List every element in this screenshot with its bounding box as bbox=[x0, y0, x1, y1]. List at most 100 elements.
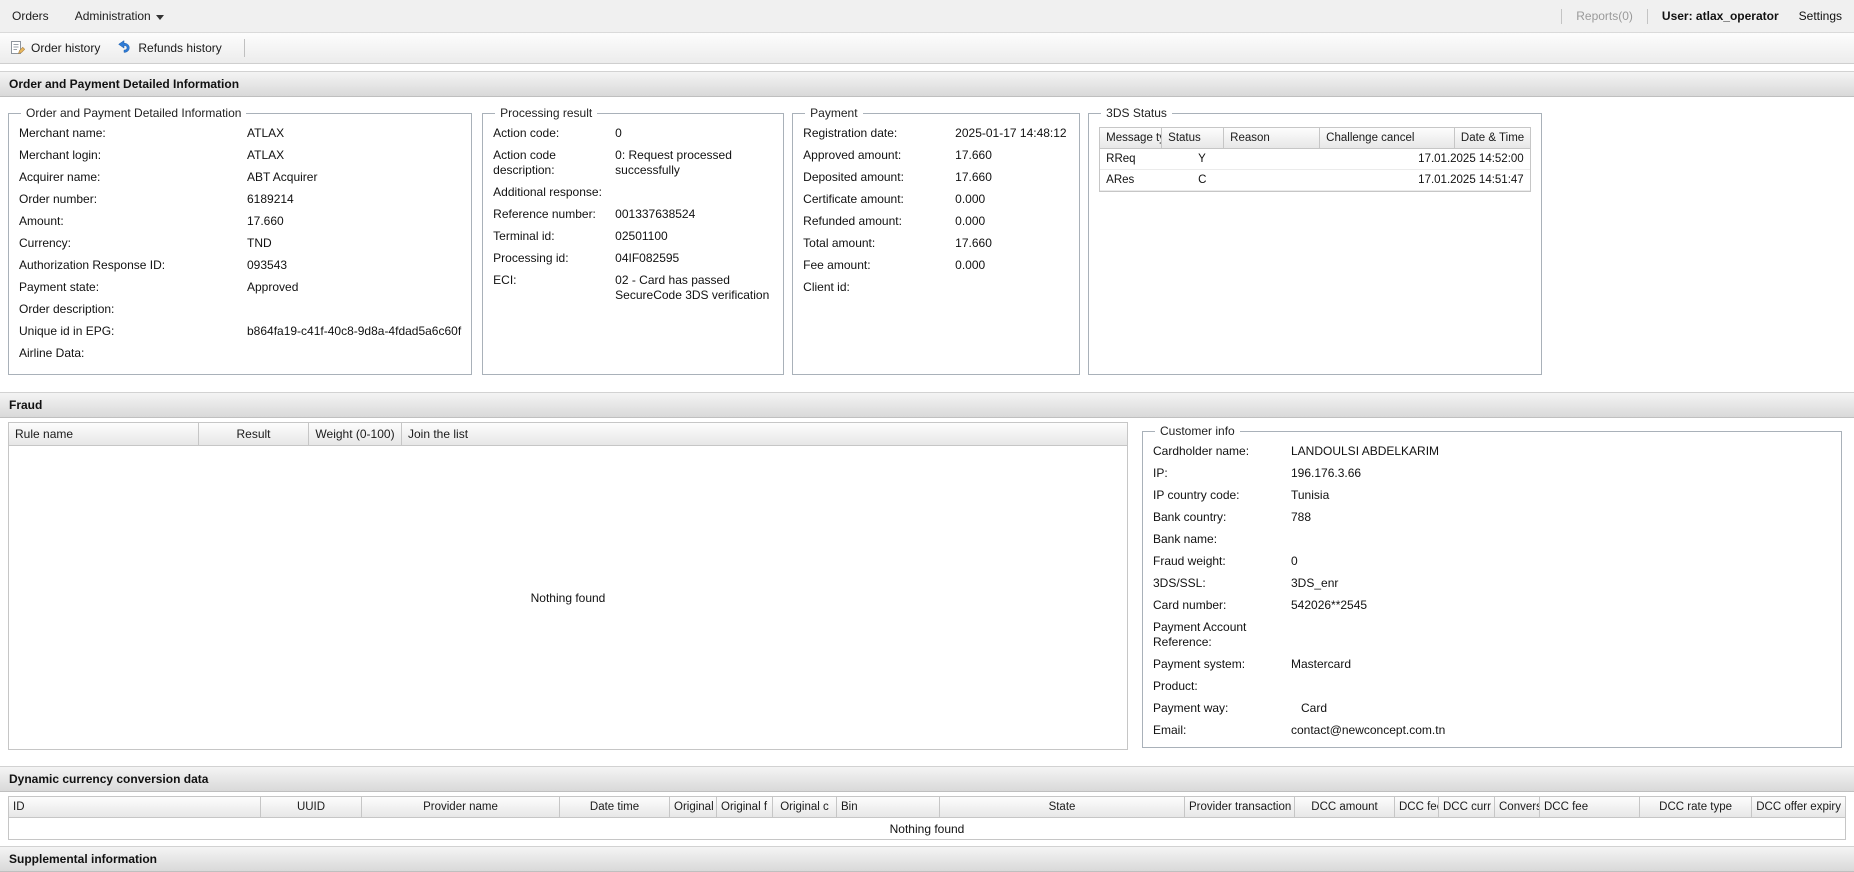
field-row: Processing id: 04IF082595 bbox=[493, 248, 773, 270]
menu-orders-label: Orders bbox=[12, 9, 49, 23]
field-label: Client id: bbox=[803, 280, 955, 295]
field-value: 6189214 bbox=[247, 192, 461, 207]
payment-panel: Payment Registration date: 2025-01-17 14… bbox=[792, 106, 1080, 375]
column-header[interactable]: Provider name bbox=[362, 797, 560, 817]
column-header[interactable]: Date time bbox=[560, 797, 670, 817]
cell-datetime: 17.01.2025 14:52:00 bbox=[1412, 149, 1530, 169]
threeds-status-panel: 3DS Status Message type Status Reason Ch… bbox=[1088, 106, 1542, 375]
table-row[interactable]: RReq Y 17.01.2025 14:52:00 bbox=[1100, 149, 1530, 170]
menu-reports[interactable]: Reports(0) bbox=[1576, 9, 1633, 23]
field-value: 17.660 bbox=[247, 214, 461, 229]
column-header[interactable]: Weight (0-100) bbox=[309, 423, 402, 445]
column-header[interactable]: Original c bbox=[773, 797, 837, 817]
field-value: 02 - Card has passed SecureCode 3DS veri… bbox=[615, 273, 773, 303]
cell-reason bbox=[1254, 170, 1316, 190]
field-row: Unique id in EPG: b864fa19-c41f-40c8-9d8… bbox=[19, 321, 461, 343]
column-header[interactable]: Conversi bbox=[1495, 797, 1540, 817]
field-label: Additional response: bbox=[493, 185, 615, 200]
column-header[interactable]: Message type bbox=[1100, 128, 1162, 148]
threeds-table-header: Message type Status Reason Challenge can… bbox=[1100, 128, 1530, 149]
field-value: Approved bbox=[247, 280, 461, 295]
field-row: Payment state: Approved bbox=[19, 277, 461, 299]
column-header[interactable]: Rule name bbox=[9, 423, 199, 445]
field-label: Card number: bbox=[1153, 598, 1291, 613]
field-label: Fraud weight: bbox=[1153, 554, 1291, 569]
column-header[interactable]: DCC offer expiry bbox=[1752, 797, 1845, 817]
column-header[interactable]: State bbox=[940, 797, 1185, 817]
refunds-history-button[interactable]: Refunds history bbox=[116, 40, 221, 56]
field-value: 093543 bbox=[247, 258, 461, 273]
field-row: Fee amount: 0.000 bbox=[803, 255, 1069, 277]
field-value: 0.000 bbox=[955, 192, 1069, 207]
field-value: 0 bbox=[1291, 554, 1831, 569]
field-row: Reference number: 001337638524 bbox=[493, 204, 773, 226]
field-row: Action code description: 0: Request proc… bbox=[493, 145, 773, 182]
column-header[interactable]: Original f bbox=[717, 797, 773, 817]
column-header[interactable]: Reason bbox=[1224, 128, 1320, 148]
menu-orders[interactable]: Orders bbox=[12, 9, 49, 23]
column-header[interactable]: Result bbox=[199, 423, 309, 445]
field-row: Registration date: 2025-01-17 14:48:12 bbox=[803, 123, 1069, 145]
field-value: 02501100 bbox=[615, 229, 773, 244]
column-header[interactable]: Original amount bbox=[670, 797, 717, 817]
field-value: 788 bbox=[1291, 510, 1831, 525]
column-header[interactable]: DCC rate type bbox=[1640, 797, 1752, 817]
menu-administration[interactable]: Administration bbox=[75, 9, 164, 23]
field-row: Currency: TND bbox=[19, 233, 461, 255]
field-row: Cardholder name: LANDOULSI ABDELKARIM bbox=[1153, 441, 1831, 463]
field-label: Product: bbox=[1153, 679, 1291, 694]
field-label: Merchant name: bbox=[19, 126, 247, 141]
field-row: Client id: bbox=[803, 277, 1069, 299]
column-header[interactable]: Bin bbox=[837, 797, 940, 817]
section-header-main: Order and Payment Detailed Information bbox=[0, 71, 1854, 97]
column-header[interactable]: Join the list bbox=[402, 423, 474, 445]
field-value bbox=[247, 346, 461, 361]
menubar-right: Reports(0) User: atlax_operator Settings bbox=[1547, 9, 1842, 24]
field-label: IP country code: bbox=[1153, 488, 1291, 503]
cell-status: Y bbox=[1192, 149, 1254, 169]
column-header[interactable]: Challenge cancel bbox=[1320, 128, 1455, 148]
order-history-label: Order history bbox=[31, 41, 100, 55]
field-row: Acquirer name: ABT Acquirer bbox=[19, 167, 461, 189]
order-history-icon bbox=[9, 40, 25, 56]
field-value: b864fa19-c41f-40c8-9d8a-4fdad5a6c60f bbox=[247, 324, 461, 339]
order-details-panel: Order and Payment Detailed Information M… bbox=[8, 106, 472, 375]
field-label: Refunded amount: bbox=[803, 214, 955, 229]
menu-settings[interactable]: Settings bbox=[1799, 9, 1842, 23]
column-header[interactable]: Provider transaction id bbox=[1185, 797, 1295, 817]
empty-text: Nothing found bbox=[531, 591, 606, 605]
field-label: Processing id: bbox=[493, 251, 615, 266]
customer-info-panel: Customer info Cardholder name: LANDOULSI… bbox=[1142, 424, 1842, 748]
fraud-table: Rule name Result Weight (0-100) Join the… bbox=[8, 422, 1128, 750]
column-header[interactable]: DCC fee amount bbox=[1395, 797, 1439, 817]
field-row: Order number: 6189214 bbox=[19, 189, 461, 211]
field-value: 542026**2545 bbox=[1291, 598, 1831, 613]
section-header-main-label: Order and Payment Detailed Information bbox=[9, 77, 239, 91]
field-value: 17.660 bbox=[955, 170, 1069, 185]
field-label: Bank country: bbox=[1153, 510, 1291, 525]
detail-panels: Order and Payment Detailed Information M… bbox=[8, 106, 1846, 375]
empty-text: Nothing found bbox=[890, 822, 965, 836]
field-value bbox=[247, 302, 461, 317]
field-value: 001337638524 bbox=[615, 207, 773, 222]
field-row: Payment Account Reference: bbox=[1153, 617, 1831, 654]
column-header[interactable]: UUID bbox=[261, 797, 362, 817]
separator bbox=[1561, 9, 1562, 24]
field-label: Unique id in EPG: bbox=[19, 324, 247, 339]
field-row: Bank country: 788 bbox=[1153, 507, 1831, 529]
table-row[interactable]: ARes C 17.01.2025 14:51:47 bbox=[1100, 170, 1530, 191]
column-header[interactable]: DCC fee bbox=[1540, 797, 1640, 817]
column-header[interactable]: Date & Time bbox=[1455, 128, 1530, 148]
column-header[interactable]: DCC amount bbox=[1295, 797, 1395, 817]
column-header[interactable]: DCC curr bbox=[1439, 797, 1495, 817]
field-row: IP country code: Tunisia bbox=[1153, 485, 1831, 507]
field-label: Deposited amount: bbox=[803, 170, 955, 185]
order-history-button[interactable]: Order history bbox=[9, 40, 100, 56]
column-header[interactable]: Status bbox=[1162, 128, 1224, 148]
field-value bbox=[955, 280, 1069, 295]
field-value: 04IF082595 bbox=[615, 251, 773, 266]
column-header[interactable]: ID bbox=[9, 797, 261, 817]
field-label: Approved amount: bbox=[803, 148, 955, 163]
field-label: Payment Account Reference: bbox=[1153, 620, 1291, 650]
field-row: Order description: bbox=[19, 299, 461, 321]
